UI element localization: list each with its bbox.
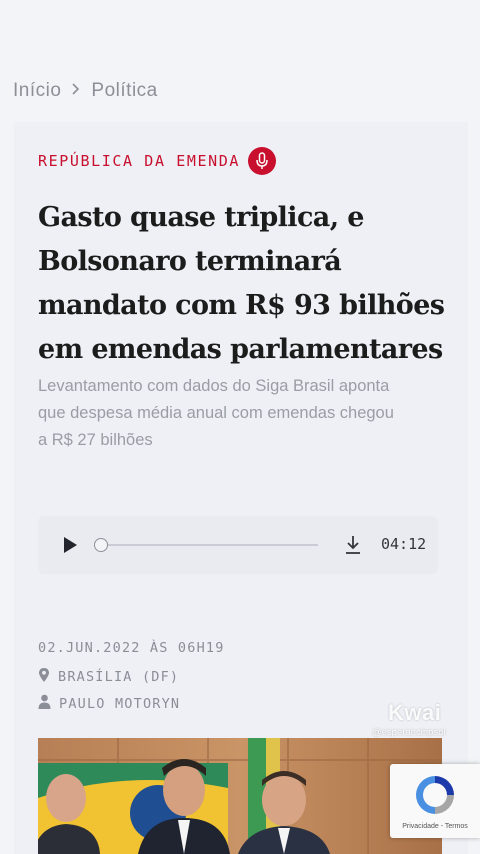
article-date: 02.JUN.2022 ÀS 06H19: [38, 640, 225, 656]
article-photo: [38, 738, 442, 854]
article-subtitle: Levantamento com dados do Siga Brasil ap…: [38, 373, 448, 454]
progress-knob[interactable]: [94, 538, 108, 552]
breadcrumb-home-link[interactable]: Início: [13, 80, 61, 102]
user-icon: [38, 694, 51, 713]
chevron-right-icon: [71, 82, 81, 101]
audio-duration: 04:12: [381, 535, 427, 553]
subtitle-line: a R$ 27 bilhões: [38, 431, 153, 449]
microphone-icon[interactable]: [247, 147, 276, 175]
breadcrumb: Início Política: [13, 80, 158, 102]
author-name[interactable]: PAULO MOTORYN: [59, 696, 180, 712]
article-kicker: REPÚBLICA DA EMENDA: [38, 147, 276, 175]
subtitle-line: Levantamento com dados do Siga Brasil ap…: [38, 377, 390, 395]
download-icon[interactable]: [344, 535, 362, 555]
map-pin-icon: [38, 667, 50, 687]
play-icon[interactable]: [60, 535, 80, 555]
kicker-label[interactable]: REPÚBLICA DA EMENDA: [38, 152, 240, 170]
location-text: BRASÍLIA (DF): [58, 669, 180, 685]
breadcrumb-section-link[interactable]: Política: [91, 80, 157, 102]
article-headline: Gasto quase triplica, e Bolsonaro termin…: [38, 196, 448, 372]
audio-player: 04:12: [38, 516, 438, 574]
recaptcha-links[interactable]: Privacidade - Termos: [390, 823, 480, 830]
subtitle-line: que despesa média anual com emendas cheg…: [38, 404, 394, 422]
kwai-watermark: Kwai: [388, 700, 442, 725]
headline-line: mandato com R$ 93 bilhões: [38, 290, 445, 321]
headline-line: Gasto quase triplica, e: [38, 202, 364, 233]
article-location: BRASÍLIA (DF): [38, 667, 179, 687]
headline-line: Bolsonaro terminará: [38, 246, 342, 277]
date-text: 02.JUN.2022 ÀS 06H19: [38, 640, 225, 656]
recaptcha-icon: [412, 772, 458, 823]
article-author: PAULO MOTORYN: [38, 694, 180, 713]
headline-line: em emendas parlamentares: [38, 334, 443, 365]
recaptcha-badge[interactable]: Privacidade - Termos: [390, 764, 480, 838]
watermark-handle: @esperancinpsol: [372, 727, 446, 738]
progress-track[interactable]: [98, 544, 318, 546]
